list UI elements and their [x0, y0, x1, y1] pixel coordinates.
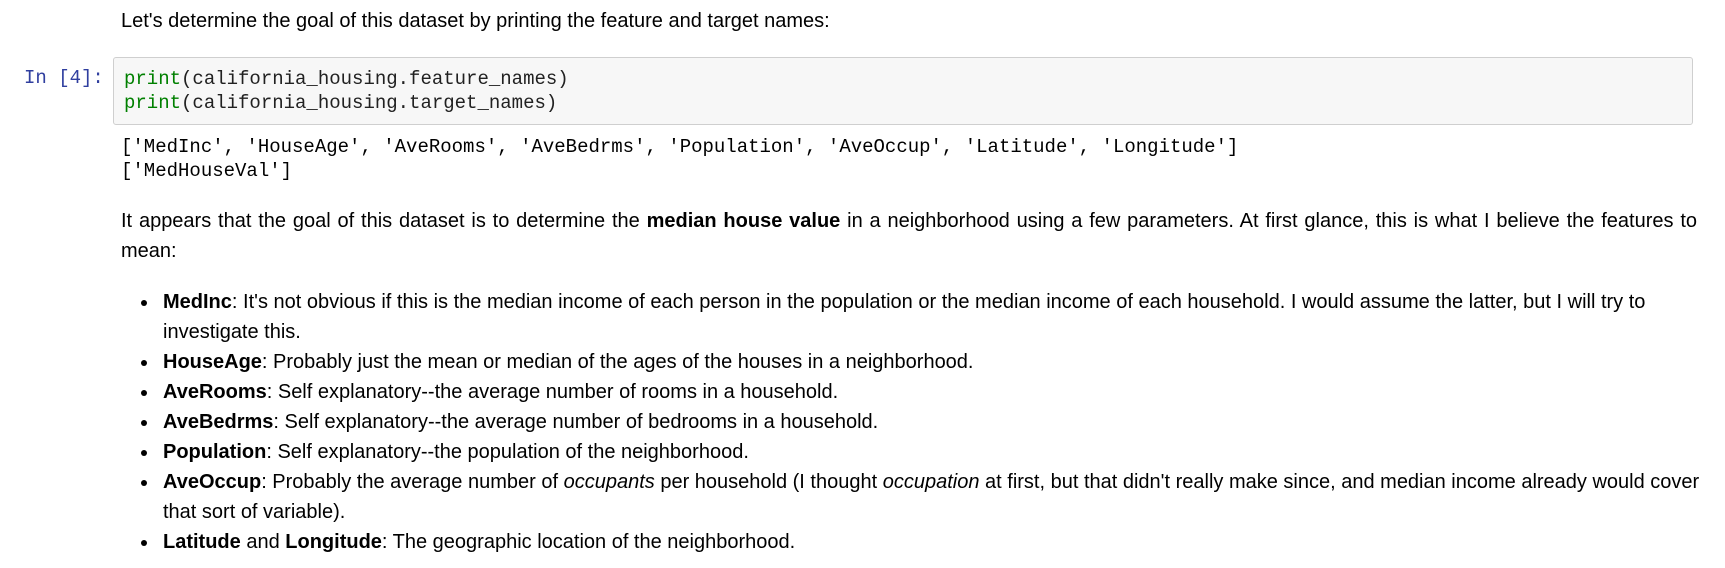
feature-desc: per household (I thought: [654, 471, 883, 493]
code-line-2[interactable]: print(california_housing.target_names): [124, 91, 1682, 115]
code-keyword: print: [124, 92, 182, 114]
code-cell[interactable]: print(california_housing.feature_names) …: [113, 57, 1693, 125]
intro-text: Let's determine the goal of this dataset…: [121, 10, 830, 32]
output-line-1: ['MedInc', 'HouseAge', 'AveRooms', 'AveB…: [121, 136, 1239, 158]
output-line-2: ['MedHouseVal']: [121, 160, 293, 182]
paragraph-text: It appears that the goal of this dataset…: [121, 210, 647, 232]
feature-desc-italic: occupants: [563, 471, 655, 493]
code-keyword: print: [124, 68, 182, 90]
feature-desc: : Self explanatory--the average number o…: [273, 411, 879, 433]
feature-name: AveRooms: [163, 381, 267, 403]
code-args: (california_housing.feature_names): [181, 68, 569, 90]
input-prompt: In [4]:: [24, 67, 104, 89]
feature-desc: : Probably the average number of: [261, 471, 564, 493]
list-item: HouseAge: Probably just the mean or medi…: [141, 347, 1703, 377]
feature-desc: : Self explanatory--the population of th…: [266, 441, 749, 463]
paragraph-bold: median house value: [646, 210, 841, 232]
list-item: Latitude and Longitude: The geographic l…: [141, 527, 1703, 557]
feature-list: MedInc: It's not obvious if this is the …: [121, 287, 1703, 557]
feature-desc: and: [240, 531, 286, 553]
feature-name: Latitude: [163, 531, 241, 553]
feature-desc: : The geographic location of the neighbo…: [381, 531, 796, 553]
list-item: AveBedrms: Self explanatory--the average…: [141, 407, 1703, 437]
feature-name: AveBedrms: [163, 411, 274, 433]
description-paragraph: It appears that the goal of this dataset…: [121, 206, 1697, 266]
list-item: MedInc: It's not obvious if this is the …: [141, 287, 1703, 347]
feature-name: Population: [163, 441, 267, 463]
feature-name: MedInc: [163, 291, 232, 313]
feature-desc: : It's not obvious if this is the median…: [163, 291, 1646, 343]
list-item: AveOccup: Probably the average number of…: [141, 467, 1703, 527]
code-args: (california_housing.target_names): [181, 92, 558, 114]
list-item: Population: Self explanatory--the popula…: [141, 437, 1703, 467]
feature-name: Longitude: [285, 531, 382, 553]
feature-desc: : Self explanatory--the average number o…: [266, 381, 839, 403]
feature-desc-italic: occupation: [882, 471, 980, 493]
code-line-1[interactable]: print(california_housing.feature_names): [124, 67, 1682, 91]
feature-name: AveOccup: [163, 471, 262, 493]
feature-desc: : Probably just the mean or median of th…: [261, 351, 974, 373]
cell-output: ['MedInc', 'HouseAge', 'AveRooms', 'AveB…: [121, 135, 1238, 183]
feature-name: HouseAge: [163, 351, 262, 373]
list-item: AveRooms: Self explanatory--the average …: [141, 377, 1703, 407]
